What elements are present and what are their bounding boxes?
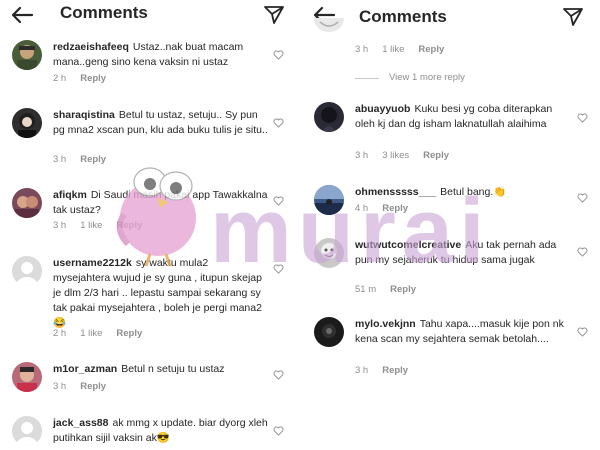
reply-button[interactable]: Reply bbox=[116, 220, 142, 231]
heart-outline-icon[interactable] bbox=[273, 118, 284, 128]
left-comments-panel: Comments redzaeishafeeq Ustaz..nak buat m… bbox=[0, 0, 296, 450]
comment-username[interactable]: ohmensssss___ bbox=[355, 186, 436, 198]
reply-button[interactable]: Reply bbox=[418, 44, 444, 55]
comment-time: 2 h bbox=[53, 73, 67, 84]
reply-button[interactable]: Reply bbox=[80, 381, 106, 392]
heart-outline-icon[interactable] bbox=[273, 370, 284, 380]
comment-text: sharaqistina Betul tu ustaz, setuju.. Sy … bbox=[53, 108, 268, 138]
heart-outline-icon[interactable] bbox=[577, 193, 588, 203]
avatar[interactable] bbox=[314, 317, 344, 347]
comment-text: jack_ass88 ak mmg x update. biar dyorg xl… bbox=[53, 416, 268, 446]
comment-meta: 3 h Reply bbox=[53, 154, 120, 165]
comment-username[interactable]: abuayyuob bbox=[355, 103, 410, 115]
comment-text: afiqkm Di Saudi masih pakai app Tawakkaln… bbox=[53, 188, 268, 218]
comment-meta: 3 h 3 likes Reply bbox=[355, 150, 463, 161]
back-arrow-icon[interactable] bbox=[10, 5, 34, 25]
comment-body: Betul n setuju tu ustaz bbox=[121, 363, 225, 375]
comment-body: Betul bang.👏 bbox=[440, 186, 507, 198]
comment-time: 3 h bbox=[355, 365, 369, 376]
page-title: Comments bbox=[60, 3, 148, 22]
avatar[interactable] bbox=[314, 238, 344, 268]
comment-username[interactable]: afiqkm bbox=[53, 189, 87, 201]
comment-meta: 3 h 1 like Reply bbox=[355, 44, 458, 55]
comment-username[interactable]: wutwutcomelcreative bbox=[355, 239, 461, 251]
comment-meta: 2 h 1 like Reply bbox=[53, 328, 156, 339]
right-header: Comments bbox=[304, 0, 600, 30]
avatar[interactable] bbox=[314, 102, 344, 132]
send-paper-plane-icon[interactable] bbox=[562, 7, 584, 27]
comment-username[interactable]: jack_ass88 bbox=[53, 417, 108, 429]
comment-time: 4 h bbox=[355, 203, 369, 214]
comment-time: 3 h bbox=[355, 150, 369, 161]
comment-username[interactable]: mylo.vekjnn bbox=[355, 318, 416, 330]
comment-username[interactable]: username2212k bbox=[53, 257, 132, 269]
comment-username[interactable]: redzaeishafeeq bbox=[53, 41, 129, 53]
comment-text: username2212k sy waktu mula2 mysejahtera … bbox=[53, 256, 268, 331]
comment-text: mylo.vekjnn Tahu xapa....masuk kije pon n… bbox=[355, 317, 572, 347]
like-count[interactable]: 3 likes bbox=[382, 150, 409, 161]
reply-button[interactable]: Reply bbox=[382, 365, 408, 376]
comment-meta: 51 m Reply bbox=[355, 284, 430, 295]
avatar[interactable] bbox=[12, 362, 42, 392]
left-header: Comments bbox=[0, 0, 296, 30]
comment-meta: 3 h Reply bbox=[53, 381, 120, 392]
comment-username[interactable]: sharaqistina bbox=[53, 109, 115, 121]
avatar[interactable] bbox=[12, 416, 42, 446]
reply-button[interactable]: Reply bbox=[382, 203, 408, 214]
comment-time: 3 h bbox=[355, 44, 369, 55]
comment-text: wutwutcomelcreative Aku tak pernah ada pu… bbox=[355, 238, 572, 268]
comment-time: 3 h bbox=[53, 154, 67, 165]
like-count[interactable]: 1 like bbox=[382, 44, 404, 55]
comment-meta: 4 h Reply bbox=[355, 203, 422, 214]
like-count[interactable]: 1 like bbox=[80, 220, 102, 231]
comment-text: m1or_azman Betul n setuju tu ustaz bbox=[53, 362, 268, 377]
like-count[interactable]: 1 like bbox=[80, 328, 102, 339]
comment-text: redzaeishafeeq Ustaz..nak buat macam mana… bbox=[53, 40, 268, 70]
comment-meta: 3 h Reply bbox=[355, 365, 422, 376]
comment-text: ohmensssss___ Betul bang.👏 bbox=[355, 185, 572, 200]
reply-button[interactable]: Reply bbox=[80, 73, 106, 84]
avatar[interactable] bbox=[12, 40, 42, 70]
reply-button[interactable]: Reply bbox=[423, 150, 449, 161]
heart-outline-icon[interactable] bbox=[577, 327, 588, 337]
heart-outline-icon[interactable] bbox=[273, 50, 284, 60]
reply-button[interactable]: Reply bbox=[80, 154, 106, 165]
heart-outline-icon[interactable] bbox=[273, 264, 284, 274]
reply-button[interactable]: Reply bbox=[390, 284, 416, 295]
avatar[interactable] bbox=[12, 188, 42, 218]
comment-meta: 3 h 1 like Reply bbox=[53, 220, 156, 231]
page-title: Comments bbox=[359, 7, 447, 26]
comment-time: 2 h bbox=[53, 328, 67, 339]
comment-time: 3 h bbox=[53, 381, 67, 392]
avatar[interactable] bbox=[314, 185, 344, 215]
comment-username[interactable]: m1or_azman bbox=[53, 363, 117, 375]
avatar[interactable] bbox=[12, 256, 42, 286]
comment-time: 3 h bbox=[53, 220, 67, 231]
view-more-replies-link[interactable]: View 1 more reply bbox=[389, 72, 465, 83]
reply-button[interactable]: Reply bbox=[116, 328, 142, 339]
heart-outline-icon[interactable] bbox=[577, 247, 588, 257]
comment-time: 51 m bbox=[355, 284, 377, 295]
right-comments-panel: Comments 3 h 1 like Reply View 1 more repl… bbox=[304, 0, 600, 450]
avatar[interactable] bbox=[12, 108, 42, 138]
send-paper-plane-icon[interactable] bbox=[263, 5, 285, 25]
comment-meta: 2 h Reply bbox=[53, 73, 120, 84]
thread-divider bbox=[355, 78, 379, 79]
heart-outline-icon[interactable] bbox=[577, 113, 588, 123]
heart-outline-icon[interactable] bbox=[273, 196, 284, 206]
comment-text: abuayyuob Kuku besi yg coba diterapkan ol… bbox=[355, 102, 572, 132]
heart-outline-icon[interactable] bbox=[273, 426, 284, 436]
